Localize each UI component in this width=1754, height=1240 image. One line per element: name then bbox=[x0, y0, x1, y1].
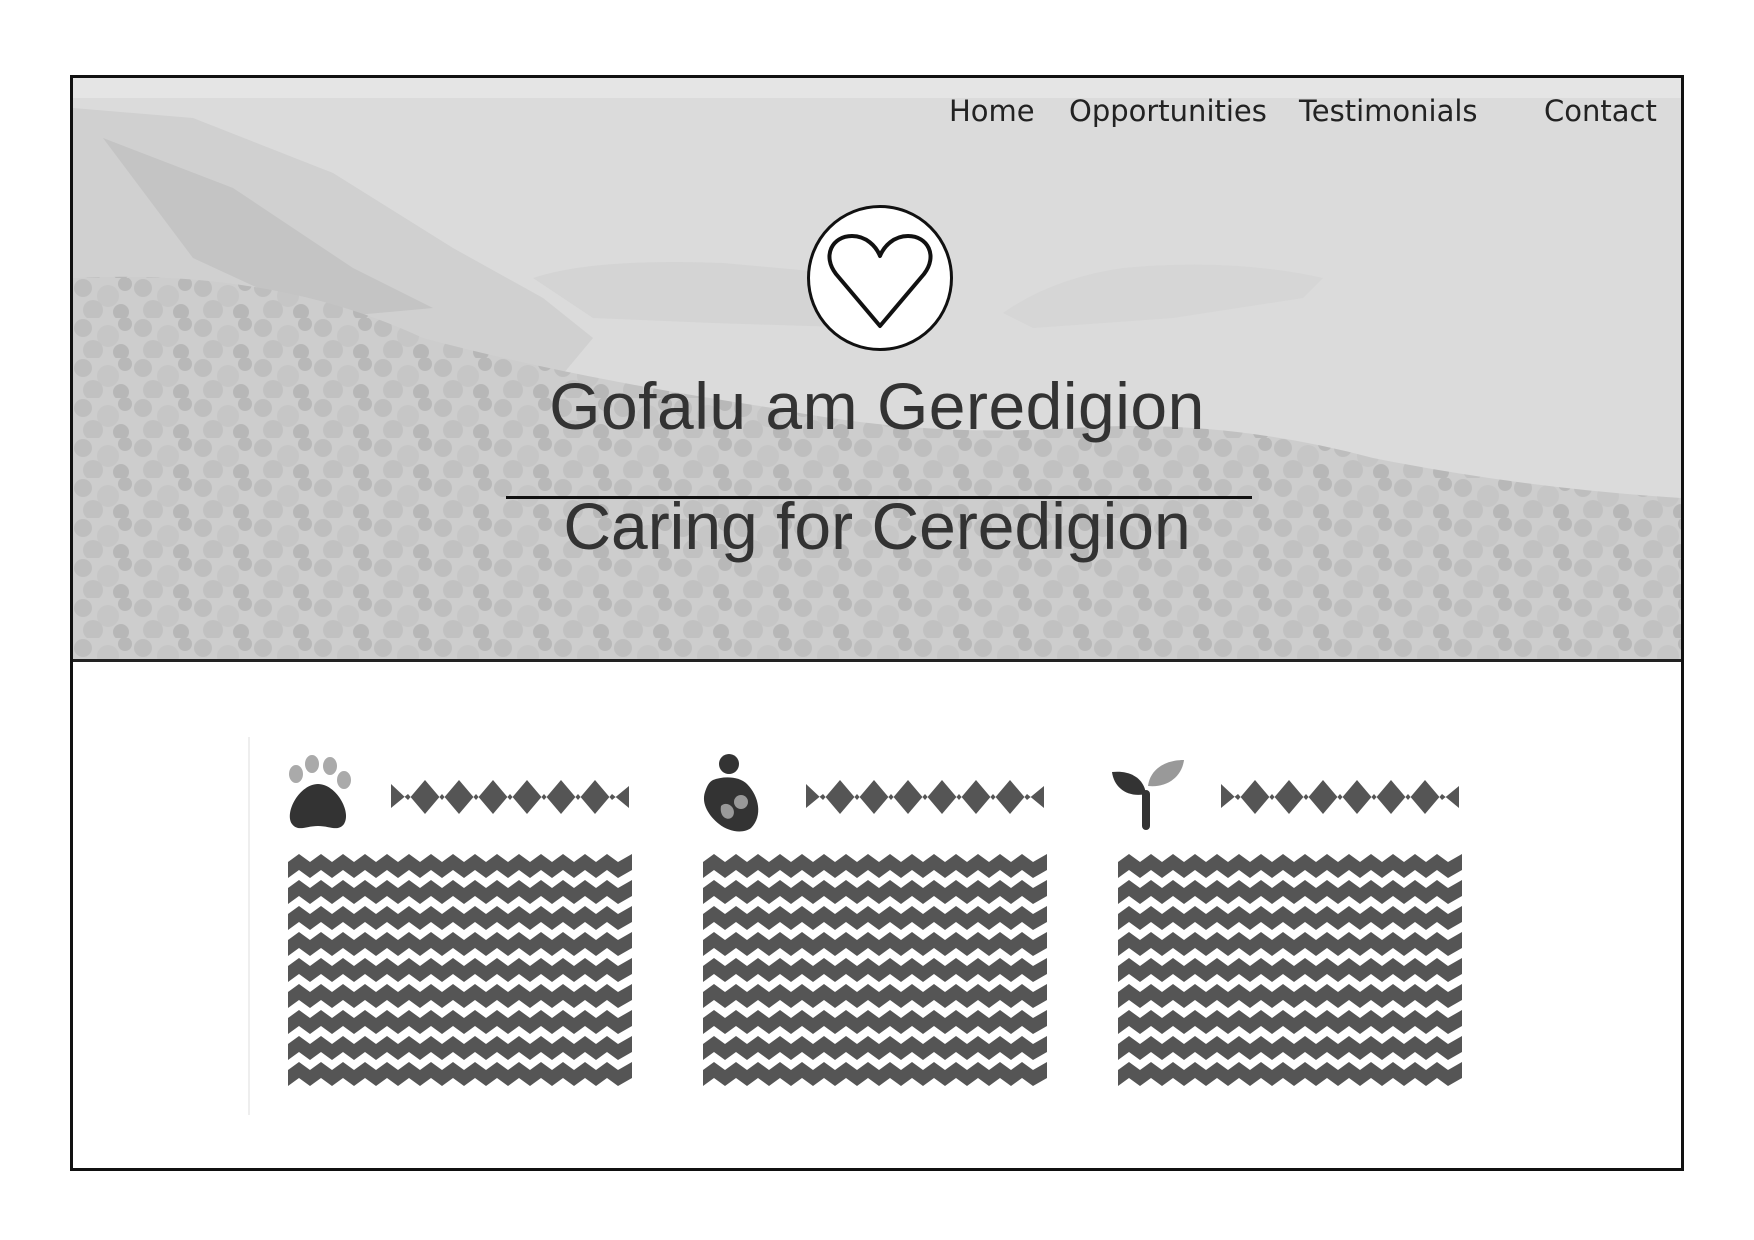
feature-card-2 bbox=[693, 754, 1053, 1094]
nav-home[interactable]: Home bbox=[949, 94, 1035, 128]
paw-icon bbox=[289, 755, 351, 829]
section-divider bbox=[248, 737, 250, 1115]
heading-placeholder bbox=[391, 780, 629, 814]
hero-title: Gofalu am Geredigion bbox=[549, 369, 1205, 443]
heading-placeholder bbox=[806, 780, 1044, 814]
nav-opportunities[interactable]: Opportunities bbox=[1069, 94, 1267, 128]
nav-testimonials[interactable]: Testimonials bbox=[1299, 94, 1478, 128]
heart-icon bbox=[827, 234, 933, 328]
body-text-placeholder bbox=[703, 854, 1047, 1086]
main-navigation: Home Opportunities Testimonials Contact bbox=[73, 88, 1681, 138]
parent-child-icon bbox=[703, 754, 759, 832]
page-frame: Home Opportunities Testimonials Contact … bbox=[70, 75, 1684, 1171]
hero-subtitle: Caring for Ceredigion bbox=[563, 489, 1191, 563]
body-text-placeholder bbox=[288, 854, 632, 1086]
body-text-placeholder bbox=[1118, 854, 1462, 1086]
hero-banner: Home Opportunities Testimonials Contact … bbox=[73, 78, 1681, 662]
sprout-icon bbox=[1112, 760, 1184, 830]
features-section bbox=[73, 662, 1681, 1168]
heading-placeholder bbox=[1221, 780, 1459, 814]
feature-card-3 bbox=[1108, 754, 1468, 1094]
nav-contact[interactable]: Contact bbox=[1544, 94, 1657, 128]
feature-card-1 bbox=[278, 754, 638, 1094]
logo[interactable] bbox=[807, 205, 953, 351]
